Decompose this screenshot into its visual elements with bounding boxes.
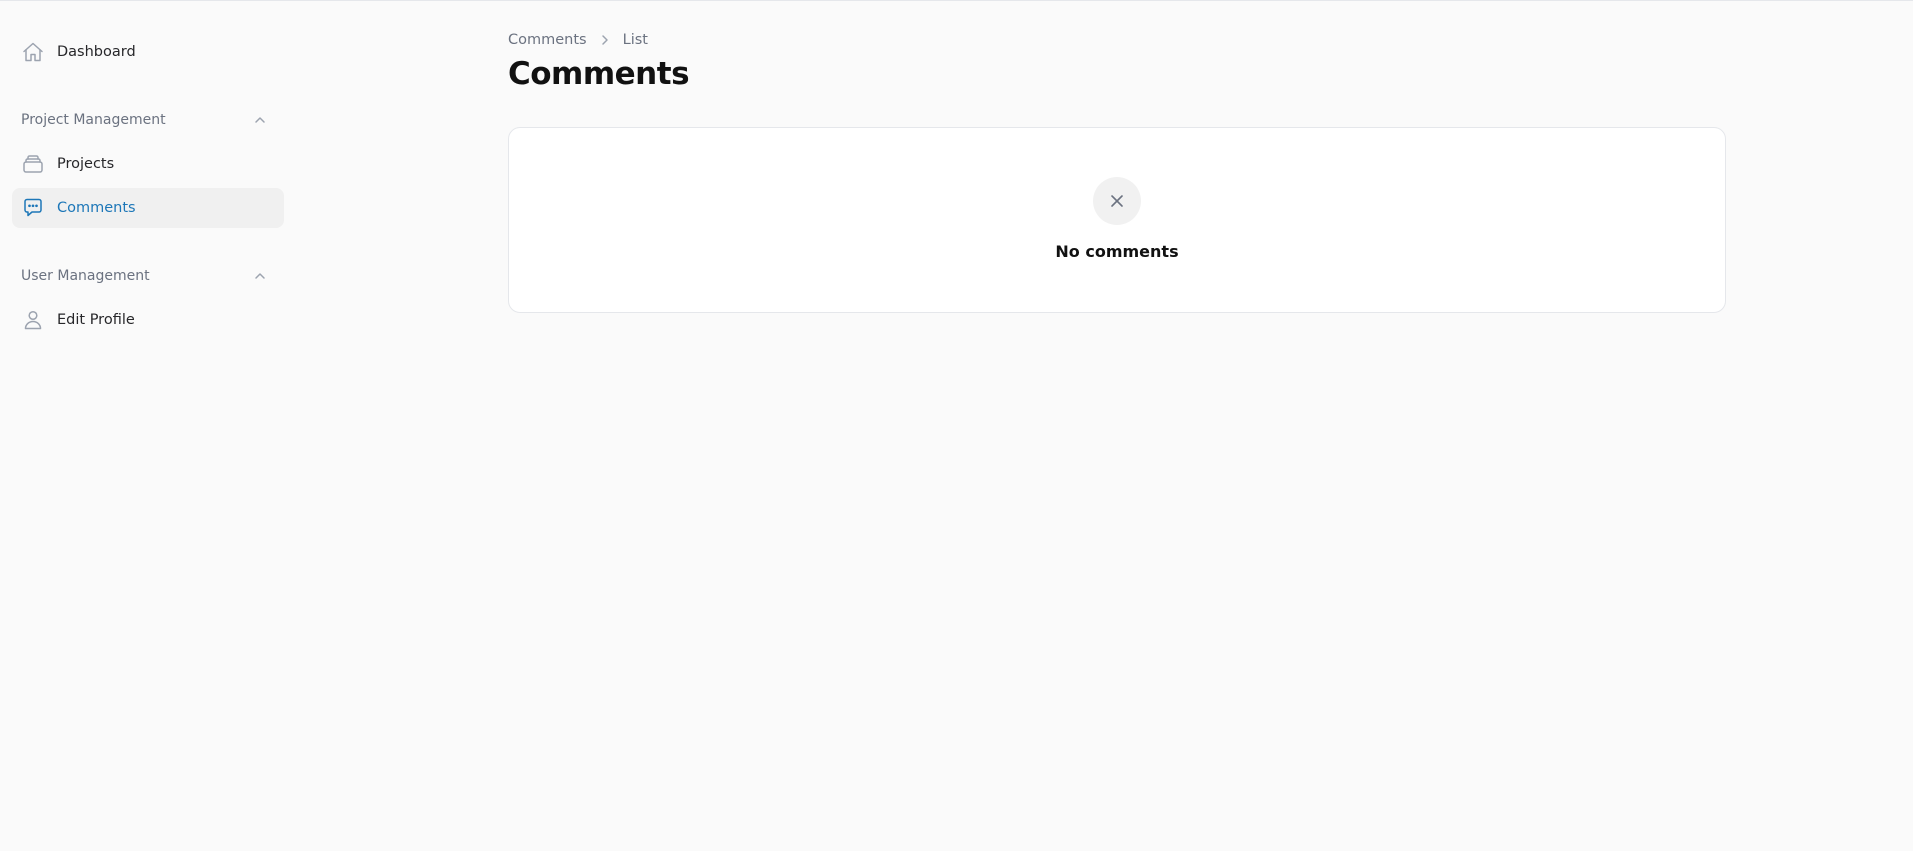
sidebar-item-projects[interactable]: Projects [12,144,284,184]
sidebar-item-label: Dashboard [57,44,136,60]
group-label: Project Management [21,112,166,128]
user-icon [21,308,45,332]
sidebar-item-label: Projects [57,156,115,172]
archive-icon [21,152,45,176]
sidebar-item-label: Edit Profile [57,312,135,328]
sidebar-item-dashboard[interactable]: Dashboard [12,32,284,72]
page-title: Comments [508,56,690,92]
empty-state-text: No comments [1055,242,1179,261]
sidebar-item-edit-profile[interactable]: Edit Profile [12,300,284,340]
empty-state-icon-wrap [1093,177,1141,225]
x-icon [1107,191,1127,211]
chevron-up-icon [253,113,267,127]
sidebar-item-label: Comments [57,200,136,216]
sidebar: Dashboard Project Management Projects Co… [0,0,300,851]
home-icon [21,40,45,64]
group-header-user-management[interactable]: User Management [21,264,274,288]
breadcrumb-item-list: List [622,32,648,48]
empty-state-card: No comments [508,127,1726,313]
chat-bubble-icon [21,196,45,220]
group-label: User Management [21,268,150,284]
main-content: Comments List Comments No comments [508,0,1726,851]
sidebar-item-comments[interactable]: Comments [12,188,284,228]
breadcrumb: Comments List [508,32,648,48]
chevron-up-icon [253,269,267,283]
group-header-project-management[interactable]: Project Management [21,108,274,132]
breadcrumb-item-comments[interactable]: Comments [508,32,587,48]
chevron-right-icon [597,32,613,48]
